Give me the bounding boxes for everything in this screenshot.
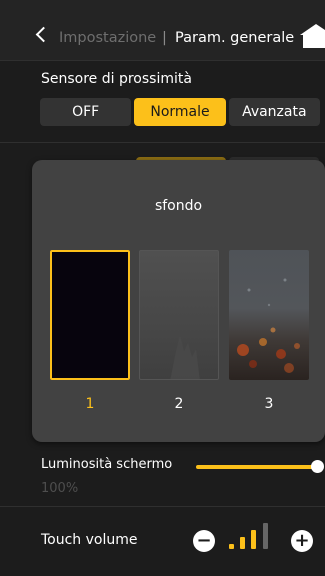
page-title: Param. generale	[175, 30, 295, 46]
brightness-label: Luminosità schermo	[41, 457, 173, 472]
header-bar: Impostazione | Param. generale	[0, 0, 325, 60]
volume-level-bar-1	[229, 544, 234, 549]
wallpaper-label-3: 3	[264, 396, 274, 412]
wallpaper-thumbnail-3[interactable]	[229, 250, 309, 380]
proximity-option-off[interactable]: OFF	[40, 98, 132, 126]
proximity-segmented-control: OFF Normale Avanzata	[40, 98, 320, 126]
wallpaper-label-2: 2	[174, 396, 184, 412]
chevron-left-icon[interactable]	[35, 26, 52, 43]
brightness-divider	[0, 506, 325, 507]
wallpaper-thumbnail-2[interactable]	[139, 250, 219, 380]
wallpaper-2-silhouette	[170, 335, 200, 379]
dialog-title: sfondo	[154, 198, 203, 214]
header-divider	[0, 60, 325, 61]
proximity-option-advanced[interactable]: Avanzata	[228, 98, 320, 126]
list-divider	[0, 142, 325, 143]
wallpaper-thumbnail-1[interactable]	[50, 250, 130, 380]
breadcrumb-back-link[interactable]: Impostazione	[59, 30, 156, 46]
wallpaper-3-bokeh	[237, 278, 300, 373]
volume-increase-button[interactable]: +	[291, 530, 313, 552]
volume-level-bar-4	[263, 523, 268, 549]
proximity-option-normal[interactable]: Normale	[134, 98, 226, 126]
wallpaper-dialog: sfondo 1 2 3	[32, 160, 325, 442]
breadcrumb-separator: |	[162, 30, 167, 46]
brightness-value: 100%	[41, 481, 79, 496]
home-icon[interactable]	[300, 22, 325, 48]
wallpaper-label-1: 1	[85, 396, 95, 412]
volume-level-bar-2	[240, 537, 245, 549]
brightness-slider-handle[interactable]	[311, 460, 324, 473]
touch-volume-label: Touch volume	[41, 532, 138, 548]
proximity-label: Sensore di prossimità	[41, 71, 192, 87]
volume-decrease-button[interactable]: −	[193, 530, 215, 552]
volume-level-bar-3	[251, 530, 256, 549]
brightness-slider-track[interactable]	[196, 465, 318, 469]
